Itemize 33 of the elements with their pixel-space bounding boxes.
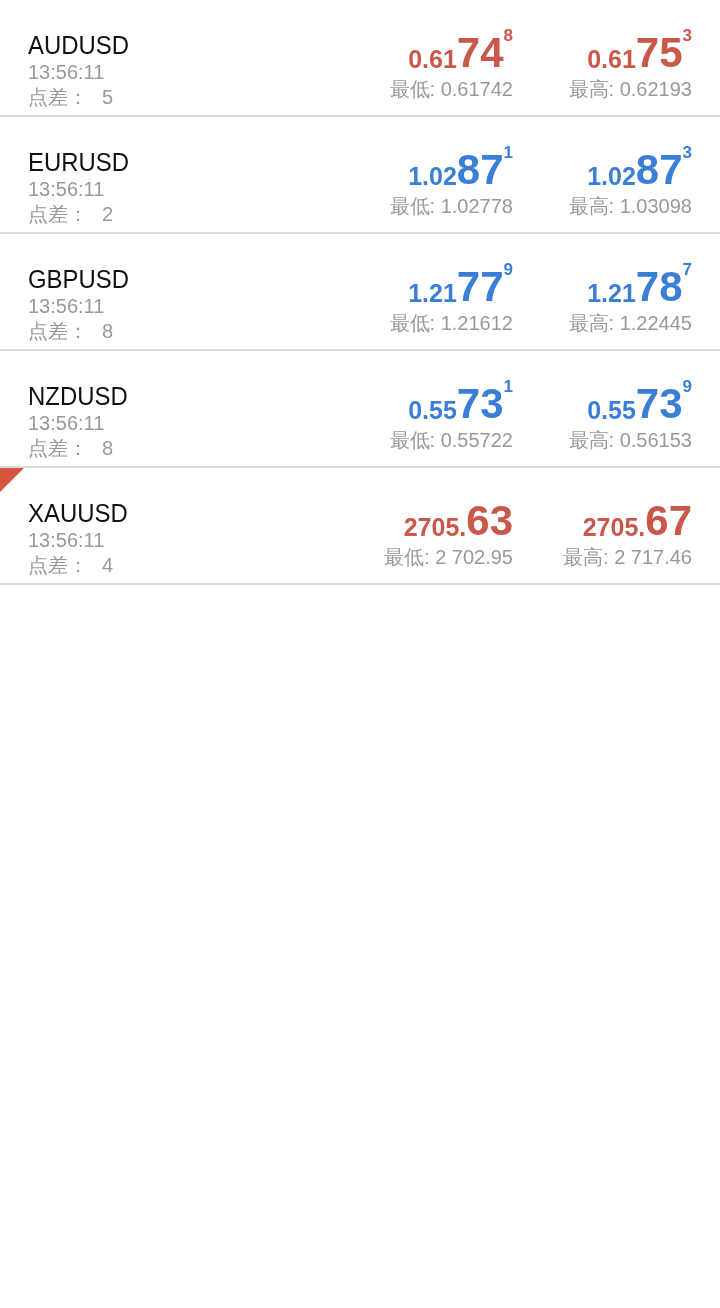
bid-price[interactable]: 2705.63 — [403, 490, 513, 542]
high-price: 最高: 1.03098 — [568, 194, 692, 219]
high-price: 最高: 2 717.46 — [563, 545, 692, 570]
symbol-name: XAUUSD — [28, 498, 128, 528]
spread-label: 点差： — [28, 553, 88, 578]
quote-time: 13:56:11 — [28, 177, 106, 202]
spread-value: 8 — [102, 436, 114, 461]
quote-time: 13:56:11 — [28, 528, 106, 553]
spread-label: 点差： — [28, 436, 88, 461]
spread-value: 5 — [102, 85, 114, 110]
low-price: 最低: 0.55722 — [389, 428, 513, 453]
low-price: 最低: 1.02778 — [389, 194, 513, 219]
quote-time: 13:56:11 — [28, 411, 106, 436]
high-price: 最高: 1.22445 — [568, 311, 692, 336]
quote-row[interactable]: XAUUSD 13:56:11 点差： 4 2705.63 最低: 2 702.95 2705.67 最高: 2 717.46 — [0, 468, 720, 585]
spread-label: 点差： — [28, 85, 88, 110]
low-price: 最低: 0.61742 — [389, 77, 513, 102]
spread-value: 2 — [102, 202, 114, 227]
spread-label: 点差： — [28, 202, 88, 227]
low-price: 最低: 2 702.95 — [384, 545, 513, 570]
high-price: 最高: 0.56153 — [568, 428, 692, 453]
symbol-name: GBPUSD — [28, 264, 130, 294]
spread-value: 4 — [102, 553, 114, 578]
quote-time: 13:56:11 — [28, 60, 106, 85]
symbol-name: EURUSD — [28, 147, 129, 177]
spread-label: 点差： — [28, 319, 88, 344]
ask-price[interactable]: 2705.67 — [582, 490, 692, 542]
spread-value: 8 — [102, 319, 114, 344]
high-price: 最高: 0.62193 — [568, 77, 692, 102]
symbol-name: AUDUSD — [28, 30, 129, 60]
symbol-name: NZDUSD — [28, 381, 128, 411]
low-price: 最低: 1.21612 — [389, 311, 513, 336]
quote-time: 13:56:11 — [28, 294, 106, 319]
